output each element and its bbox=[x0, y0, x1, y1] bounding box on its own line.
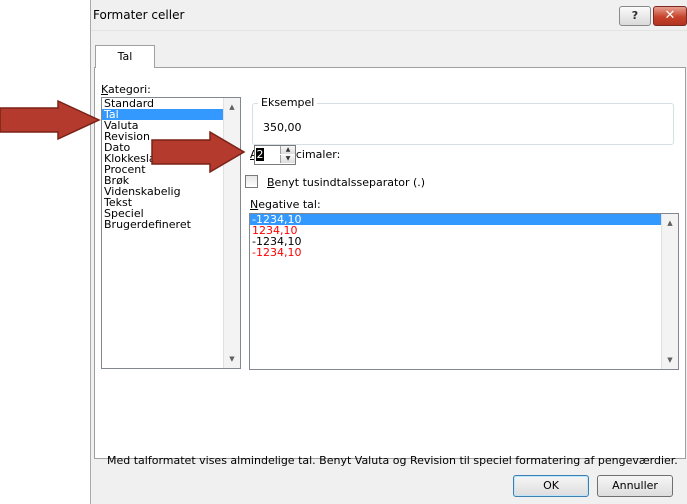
arrow-pointing-category-icon bbox=[0, 99, 101, 141]
cancel-button[interactable]: Annuller bbox=[597, 475, 673, 497]
category-scrollbar[interactable]: ▲ ▼ bbox=[223, 98, 240, 368]
negative-numbers-list[interactable]: -1234,10 1234,10 -1234,10 -1234,10 ▲ ▼ bbox=[249, 213, 679, 370]
negative-format-item[interactable]: -1234,10 bbox=[250, 236, 678, 247]
negative-scrollbar[interactable]: ▲ ▼ bbox=[661, 214, 678, 369]
category-label: Kategori: bbox=[101, 83, 151, 96]
format-description: Med talformatet vises almindelige tal. B… bbox=[107, 454, 678, 467]
thousands-separator-label: Benyt tusindtalsseparator (.) bbox=[267, 176, 426, 189]
decimals-stepper[interactable]: 2 ▲ ▼ bbox=[254, 145, 296, 165]
spin-down-icon[interactable]: ▼ bbox=[280, 155, 295, 163]
decimals-value[interactable]: 2 bbox=[256, 148, 264, 161]
negative-format-item[interactable]: 1234,10 bbox=[250, 225, 678, 236]
negative-format-item[interactable]: -1234,10 bbox=[250, 247, 678, 258]
help-button[interactable]: ? bbox=[619, 6, 651, 26]
negative-numbers-label: Negative tal: bbox=[250, 198, 321, 211]
sample-group: Eksempel 350,00 bbox=[252, 96, 674, 145]
thousands-separator-checkbox[interactable] bbox=[245, 175, 258, 188]
tab-tal[interactable]: Tal bbox=[95, 45, 155, 68]
category-item[interactable]: Standard bbox=[102, 98, 240, 109]
tab-panel-tal: Kategori: Standard Tal Valuta Revision Dato K… bbox=[94, 67, 686, 467]
sample-value: 350,00 bbox=[263, 121, 302, 134]
scroll-up-icon[interactable]: ▲ bbox=[224, 100, 240, 114]
close-button[interactable]: ✕ bbox=[653, 6, 687, 26]
spin-up-icon[interactable]: ▲ bbox=[280, 146, 295, 154]
ok-button[interactable]: OK bbox=[513, 475, 589, 497]
category-list[interactable]: Standard Tal Valuta Revision Dato Klokkeslæt P… bbox=[101, 97, 241, 369]
scroll-up-icon[interactable]: ▲ bbox=[662, 216, 678, 230]
negative-format-item[interactable]: -1234,10 bbox=[250, 214, 678, 225]
scroll-down-icon[interactable]: ▼ bbox=[662, 353, 678, 367]
sample-legend: Eksempel bbox=[258, 96, 318, 109]
scroll-down-icon[interactable]: ▼ bbox=[224, 352, 240, 366]
format-cells-dialog: Formater celler ? ✕ Tal Kategori: Standa… bbox=[90, 0, 687, 504]
title-bar[interactable]: Formater celler ? ✕ bbox=[91, 0, 687, 31]
dialog-title: Formater celler bbox=[93, 8, 185, 22]
category-item[interactable]: Brugerdefineret bbox=[102, 219, 240, 230]
